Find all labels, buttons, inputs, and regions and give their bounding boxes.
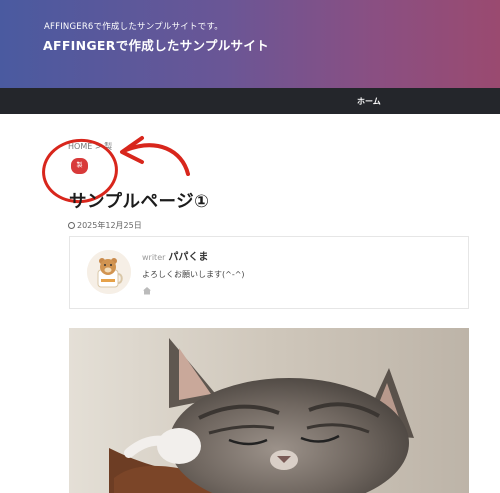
author-name[interactable]: パパくま [168, 252, 208, 263]
bear-mug-avatar-icon [87, 250, 131, 294]
page-title: サンプルページ① [69, 192, 210, 212]
site-header: AFFINGER6で作成したサンプルサイトです。 AFFINGERで作成したサン… [0, 0, 500, 88]
featured-image [69, 328, 469, 493]
site-title[interactable]: AFFINGERで作成したサンプルサイト [43, 35, 269, 54]
author-avatar [87, 250, 131, 294]
author-box: writer パパくま よろしくお願いします(^-^) [69, 236, 469, 309]
red-arrow-annotation [120, 136, 190, 176]
sleeping-kitten-photo [69, 328, 469, 493]
author-name-line: writer パパくま [142, 248, 208, 263]
site-tagline: AFFINGER6で作成したサンプルサイトです。 [44, 22, 223, 32]
home-icon[interactable] [142, 286, 152, 295]
author-message: よろしくお願いします(^-^) [142, 270, 245, 279]
post-date: 2025年12月25日 [68, 220, 142, 231]
post-date-text: 2025年12月25日 [77, 221, 142, 230]
nav-item-home[interactable]: ホーム [357, 96, 381, 107]
writer-label: writer [142, 253, 166, 262]
nav-bar [0, 88, 500, 114]
page: AFFINGER6で作成したサンプルサイトです。 AFFINGERで作成したサン… [0, 0, 500, 493]
clock-icon [68, 222, 75, 229]
